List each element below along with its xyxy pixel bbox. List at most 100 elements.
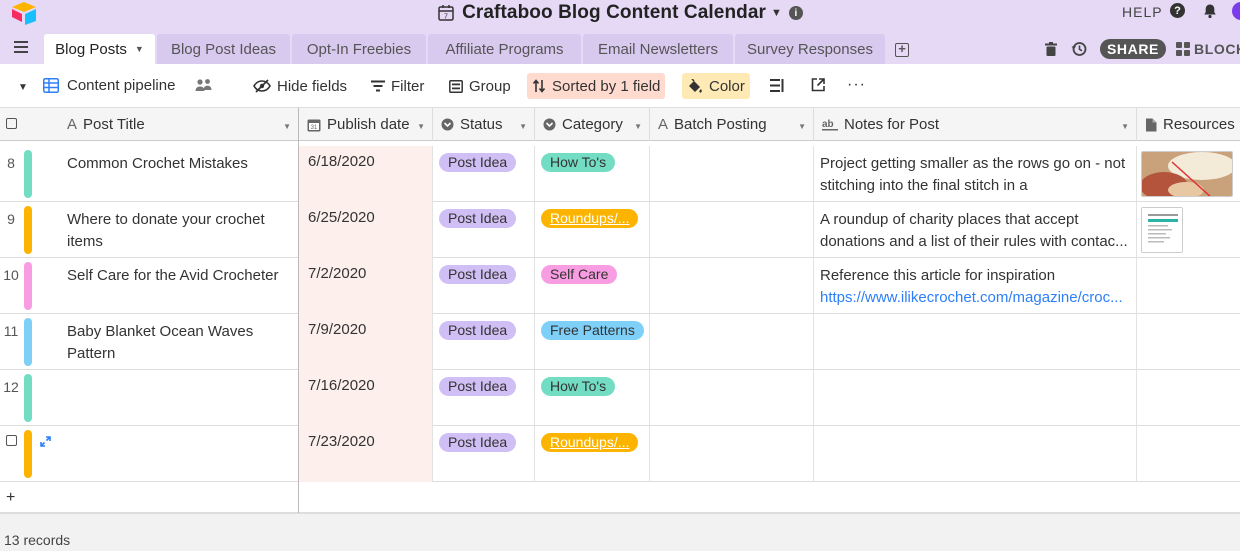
chevron-down-icon[interactable]: ▼	[798, 122, 806, 131]
tab-blog-posts[interactable]: Blog Posts ▼	[44, 34, 155, 64]
resources-cell[interactable]	[1137, 426, 1240, 482]
select-all-checkbox[interactable]	[6, 118, 17, 129]
status-cell[interactable]: Post Idea	[433, 426, 535, 482]
add-record-row[interactable]: +	[0, 482, 1240, 513]
chevron-down-icon[interactable]: ▼	[1121, 122, 1129, 131]
post-title-cell[interactable]: Where to donate your crochet items	[0, 202, 299, 258]
share-button[interactable]: SHARE	[1100, 39, 1166, 59]
publish-date-cell[interactable]: 7/23/2020	[299, 426, 433, 482]
batch-posting-cell[interactable]	[650, 146, 814, 202]
batch-posting-cell[interactable]	[650, 202, 814, 258]
tab-email-newsletters[interactable]: Email Newsletters	[583, 34, 733, 64]
chevron-down-icon[interactable]: ▼	[519, 122, 527, 131]
resources-cell[interactable]	[1137, 258, 1240, 314]
chevron-down-icon[interactable]: ▼	[283, 122, 291, 131]
category-cell[interactable]: Self Care	[535, 258, 650, 314]
more-options-icon[interactable]: ···	[847, 76, 866, 94]
chevron-down-icon[interactable]: ▼	[417, 122, 425, 131]
chevron-down-icon[interactable]: ▼	[135, 44, 144, 54]
category-cell[interactable]: Free Patterns	[535, 314, 650, 370]
column-header-batch-posting[interactable]: A Batch Posting ▼	[650, 108, 814, 141]
svg-text:7: 7	[444, 14, 448, 21]
column-header-post-title[interactable]: A Post Title ▼	[56, 108, 299, 141]
help-link[interactable]: HELP	[1122, 4, 1163, 20]
table-row[interactable]: 7/23/2020 Post Idea Roundups/...	[0, 426, 1240, 482]
collaborative-view-icon[interactable]	[195, 78, 213, 92]
notes-cell[interactable]	[814, 314, 1137, 370]
table-row[interactable]: 8 Common Crochet Mistakes 6/18/2020 Post…	[0, 146, 1240, 202]
notes-cell[interactable]	[814, 370, 1137, 426]
publish-date-cell[interactable]: 7/2/2020	[299, 258, 433, 314]
hide-fields-button[interactable]: Hide fields	[248, 73, 352, 99]
notes-cell[interactable]: Project getting smaller as the rows go o…	[814, 146, 1137, 202]
table-row[interactable]: 12 7/16/2020 Post Idea How To's	[0, 370, 1240, 426]
tab-survey-responses[interactable]: Survey Responses	[735, 34, 885, 64]
column-header-status[interactable]: Status ▼	[433, 108, 535, 141]
notes-cell[interactable]: A roundup of charity places that accept …	[814, 202, 1137, 258]
chevron-down-icon[interactable]: ▼	[634, 122, 642, 131]
post-title-cell[interactable]: Baby Blanket Ocean Waves Pattern	[0, 314, 299, 370]
row-height-icon[interactable]	[770, 79, 784, 92]
category-cell[interactable]: Roundups/...	[535, 426, 650, 482]
post-title-cell[interactable]	[0, 370, 299, 426]
publish-date-cell[interactable]: 6/18/2020	[299, 146, 433, 202]
add-record-icon[interactable]: +	[6, 489, 15, 507]
status-cell[interactable]: Post Idea	[433, 314, 535, 370]
category-cell[interactable]: How To's	[535, 370, 650, 426]
help-icon[interactable]: ?	[1170, 3, 1185, 18]
status-cell[interactable]: Post Idea	[433, 146, 535, 202]
column-header-category[interactable]: Category ▼	[535, 108, 650, 141]
status-cell[interactable]: Post Idea	[433, 202, 535, 258]
category-cell[interactable]: How To's	[535, 146, 650, 202]
column-header-publish-date[interactable]: 31 Publish date ▼	[299, 108, 433, 141]
batch-posting-cell[interactable]	[650, 426, 814, 482]
filter-label: Filter	[391, 77, 425, 95]
notes-cell[interactable]	[814, 426, 1137, 482]
blocks-button[interactable]: BLOCKS	[1176, 39, 1240, 59]
post-title-cell[interactable]: Self Care for the Avid Crocheter	[0, 258, 299, 314]
resources-cell[interactable]	[1137, 314, 1240, 370]
text-field-icon: A	[67, 116, 78, 133]
attachment-thumbnail[interactable]	[1141, 207, 1183, 253]
history-icon[interactable]	[1071, 41, 1087, 57]
notes-cell[interactable]: Reference this article for inspiration h…	[814, 258, 1137, 314]
toggle-views-sidebar-icon[interactable]: ▼	[18, 82, 28, 93]
resources-cell[interactable]	[1137, 370, 1240, 426]
view-name[interactable]: Content pipeline	[67, 77, 175, 94]
post-title-cell[interactable]	[0, 426, 299, 482]
batch-posting-cell[interactable]	[650, 258, 814, 314]
tab-opt-in-freebies[interactable]: Opt-In Freebies	[292, 34, 426, 64]
sort-button[interactable]: Sorted by 1 field	[527, 73, 666, 99]
batch-posting-cell[interactable]	[650, 370, 814, 426]
info-icon[interactable]: i	[788, 6, 803, 20]
publish-date-cell[interactable]: 7/16/2020	[299, 370, 433, 426]
notifications-bell-icon[interactable]	[1202, 3, 1218, 19]
base-menu-caret-icon[interactable]: ▼	[771, 7, 782, 19]
tab-affiliate-programs[interactable]: Affiliate Programs	[428, 34, 581, 64]
column-header-notes[interactable]: ab Notes for Post ▼	[814, 108, 1137, 141]
table-row[interactable]: 10 Self Care for the Avid Crocheter 7/2/…	[0, 258, 1240, 314]
color-button[interactable]: Color	[682, 73, 750, 99]
publish-date-cell[interactable]: 6/25/2020	[299, 202, 433, 258]
table-row[interactable]: 9 Where to donate your crochet items 6/2…	[0, 202, 1240, 258]
status-cell[interactable]: Post Idea	[433, 258, 535, 314]
publish-date-cell[interactable]: 7/9/2020	[299, 314, 433, 370]
tab-blog-post-ideas[interactable]: Blog Post Ideas	[157, 34, 290, 64]
resources-cell[interactable]	[1137, 146, 1240, 202]
filter-button[interactable]: Filter	[366, 73, 429, 99]
attachment-thumbnail[interactable]	[1141, 151, 1233, 197]
add-table-icon[interactable]: +	[895, 42, 909, 57]
hamburger-menu-icon[interactable]	[14, 41, 28, 53]
notes-link[interactable]: https://www.ilikecrochet.com/magazine/cr…	[820, 287, 1132, 309]
category-cell[interactable]: Roundups/...	[535, 202, 650, 258]
group-button[interactable]: Group	[444, 73, 516, 99]
status-cell[interactable]: Post Idea	[433, 370, 535, 426]
trash-icon[interactable]	[1045, 42, 1057, 56]
base-title[interactable]: Craftaboo Blog Content Calendar	[462, 2, 766, 24]
batch-posting-cell[interactable]	[650, 314, 814, 370]
resources-cell[interactable]	[1137, 202, 1240, 258]
share-view-icon[interactable]	[811, 78, 825, 92]
table-row[interactable]: 11 Baby Blanket Ocean Waves Pattern 7/9/…	[0, 314, 1240, 370]
column-header-resources[interactable]: Resources	[1137, 108, 1240, 141]
post-title-cell[interactable]: Common Crochet Mistakes	[0, 146, 299, 202]
